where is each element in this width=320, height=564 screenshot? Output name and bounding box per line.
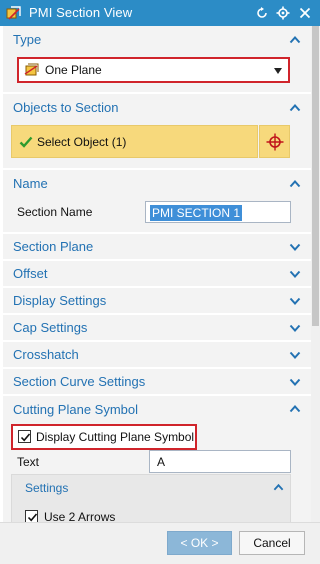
objects-section-header[interactable]: Objects to Section [3,94,311,121]
chevron-up-icon [289,36,301,44]
display-cutting-plane-checkbox-row[interactable]: Display Cutting Plane Symbol [11,424,197,450]
display-cutting-plane-checkbox[interactable] [18,430,31,443]
section-label: Cutting Plane Symbol [13,401,139,417]
section-name-label: Section Name [17,205,93,219]
display-settings-header[interactable]: Display Settings [3,288,311,313]
section-label: Type [13,32,42,47]
offset-header[interactable]: Offset [3,261,311,286]
type-section: Type One Plane [3,26,311,92]
settings-icon[interactable] [274,4,292,22]
type-selected-value: One Plane [45,63,102,77]
section-label: Display Settings [13,293,107,308]
section-label: Cap Settings [13,320,88,335]
cutting-plane-text-input[interactable]: A [149,450,291,473]
scrollbar-thumb[interactable] [312,26,319,326]
title-bar: PMI Section View [0,0,320,26]
section-label: Crosshatch [13,347,79,362]
pmi-section-view-icon [6,5,22,21]
window-title: PMI Section View [29,5,133,20]
section-label: Offset [13,266,48,281]
one-plane-icon [24,63,40,77]
chevron-down-icon [289,297,301,305]
section-label: Name [13,176,48,191]
check-icon [19,135,33,149]
section-label: Section Plane [13,239,94,254]
section-name-value: PMI SECTION 1 [150,205,243,221]
name-section-header[interactable]: Name [3,170,311,197]
dialog-body: Type One Plane Objects to Section Select… [3,26,311,522]
display-settings-section: Display Settings [3,288,311,313]
chevron-down-icon [289,351,301,359]
use-2-arrows-checkbox[interactable] [25,510,38,522]
chevron-up-icon [289,104,301,112]
dialog-footer: < OK > Cancel [0,522,320,564]
checkmark-icon [20,433,31,442]
section-name-input[interactable]: PMI SECTION 1 [145,201,291,223]
chevron-up-icon [289,405,301,413]
section-label: Objects to Section [13,100,119,115]
crosshair-icon[interactable] [259,125,290,158]
section-curve-settings-section: Section Curve Settings [3,369,311,394]
checkmark-icon [27,513,38,522]
chevron-down-icon [289,270,301,278]
cutting-plane-text-value: A [157,455,166,469]
display-cutting-plane-label: Display Cutting Plane Symbol [36,430,195,444]
ok-button[interactable]: < OK > [167,531,232,555]
chevron-up-icon [289,180,301,188]
cancel-button[interactable]: Cancel [239,531,305,555]
type-dropdown[interactable]: One Plane [17,57,290,83]
select-object-label: Select Object (1) [37,135,127,149]
offset-section: Offset [3,261,311,286]
cap-settings-section: Cap Settings [3,315,311,340]
settings-label: Settings [25,481,69,495]
text-field-label: Text [17,455,40,469]
settings-subsection: Settings Use 2 Arrows [11,474,291,522]
chevron-down-icon [289,324,301,332]
chevron-down-icon [289,378,301,386]
cutting-plane-header[interactable]: Cutting Plane Symbol [3,396,311,422]
close-icon[interactable] [296,4,314,22]
section-plane-section: Section Plane [3,234,311,259]
chevron-down-icon [274,68,282,74]
use-2-arrows-label: Use 2 Arrows [44,510,116,522]
cap-settings-header[interactable]: Cap Settings [3,315,311,340]
crosshatch-section: Crosshatch [3,342,311,367]
crosshatch-header[interactable]: Crosshatch [3,342,311,367]
type-section-header[interactable]: Type [3,26,311,53]
chevron-up-icon[interactable] [273,482,284,493]
scrollbar[interactable] [311,26,320,522]
section-plane-header[interactable]: Section Plane [3,234,311,259]
section-label: Section Curve Settings [13,374,146,389]
reset-icon[interactable] [253,4,271,22]
select-object-row[interactable]: Select Object (1) [11,125,258,158]
section-curve-settings-header[interactable]: Section Curve Settings [3,369,311,394]
chevron-down-icon [289,243,301,251]
